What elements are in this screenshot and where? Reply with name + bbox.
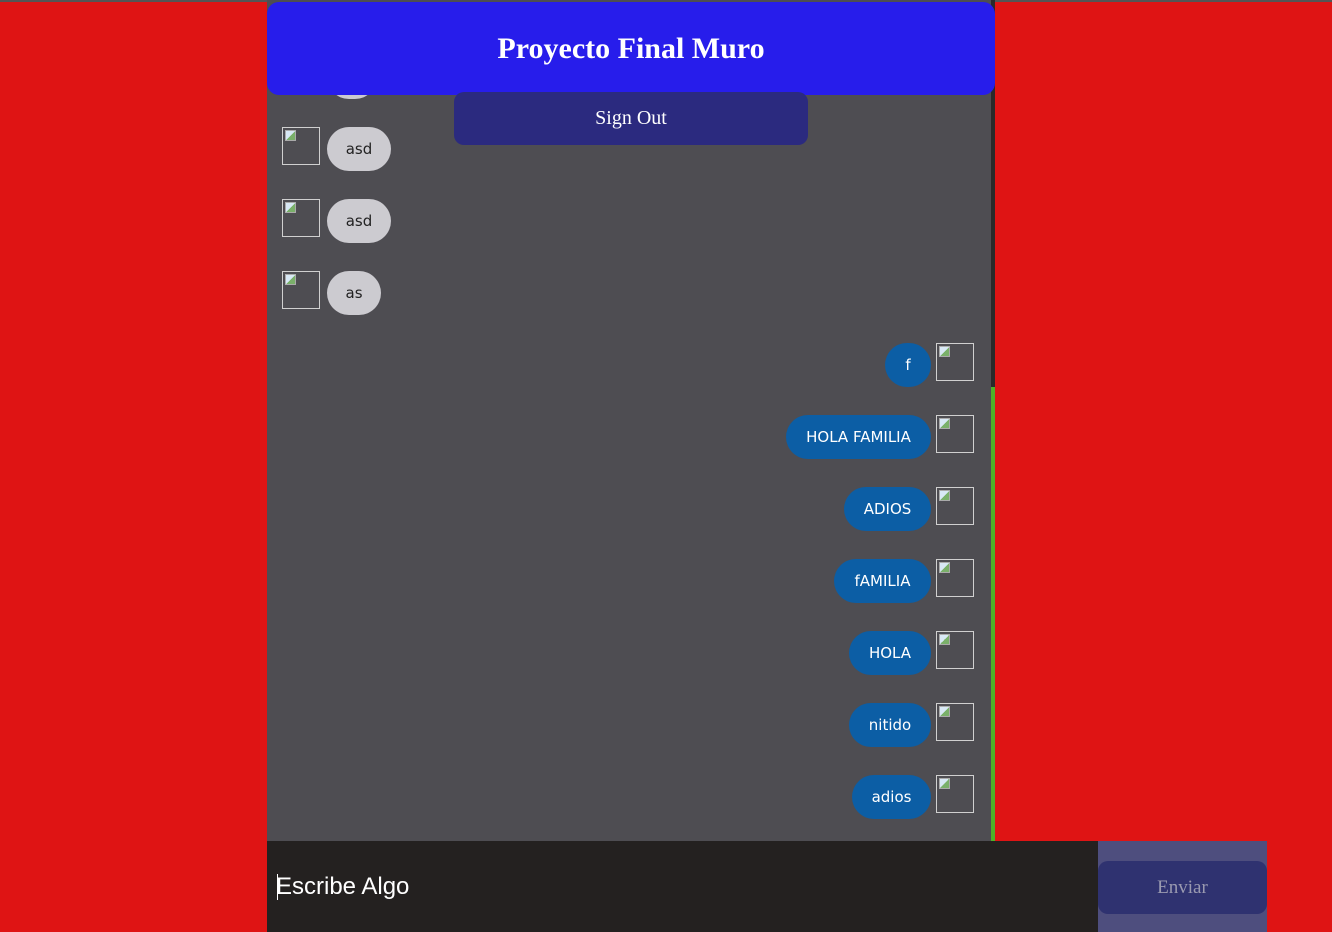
user-avatar-icon bbox=[936, 703, 974, 741]
chat-wall: asd asd as f HOLA FAMILIA ADIOS fAMILIA … bbox=[267, 0, 995, 932]
message-bubble-sent: nitido bbox=[849, 703, 931, 747]
message-bubble-sent: f bbox=[885, 343, 931, 387]
page-title: Proyecto Final Muro bbox=[497, 31, 765, 65]
user-avatar-icon bbox=[936, 343, 974, 381]
user-avatar-icon bbox=[282, 271, 320, 309]
message-bubble-sent: fAMILIA bbox=[834, 559, 931, 603]
message-bubble-sent: adios bbox=[852, 775, 931, 819]
message-bubble-received: asd bbox=[327, 127, 391, 171]
message-input[interactable] bbox=[276, 866, 1076, 907]
user-avatar-icon bbox=[282, 127, 320, 165]
text-cursor bbox=[277, 874, 278, 900]
message-bubble-sent: HOLA bbox=[849, 631, 931, 675]
send-panel: Enviar bbox=[1098, 841, 1267, 932]
composer-bar bbox=[267, 841, 1098, 932]
user-avatar-icon bbox=[936, 487, 974, 525]
scrollbar-thumb[interactable] bbox=[991, 387, 995, 841]
message-bubble-sent: ADIOS bbox=[844, 487, 931, 531]
sign-out-button[interactable]: Sign Out bbox=[454, 92, 808, 145]
user-avatar-icon bbox=[936, 631, 974, 669]
user-avatar-icon bbox=[936, 775, 974, 813]
send-button[interactable]: Enviar bbox=[1098, 861, 1267, 914]
user-avatar-icon bbox=[936, 415, 974, 453]
message-bubble-received: asd bbox=[327, 199, 391, 243]
user-avatar-icon bbox=[282, 199, 320, 237]
message-bubble-sent: HOLA FAMILIA bbox=[786, 415, 931, 459]
app-header: Proyecto Final Muro bbox=[267, 2, 995, 95]
message-bubble-received: as bbox=[327, 271, 381, 315]
user-avatar-icon bbox=[936, 559, 974, 597]
